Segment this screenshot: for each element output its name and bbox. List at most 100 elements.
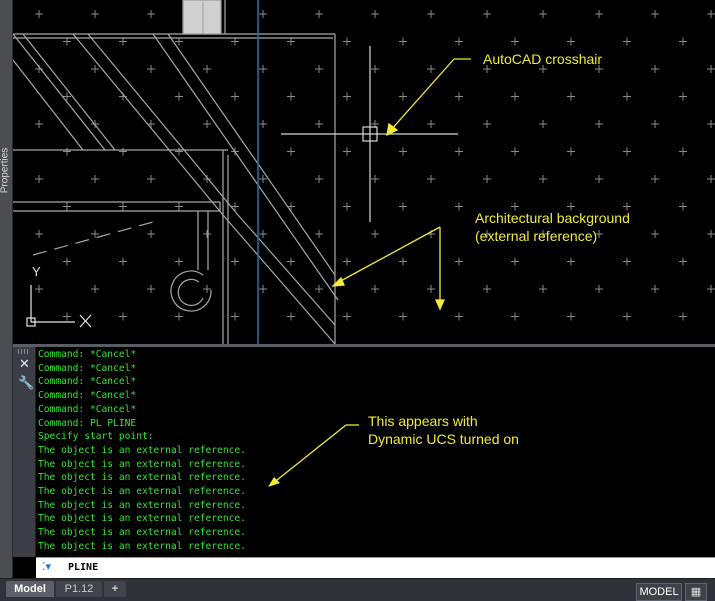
grid-plus-marker: [651, 175, 659, 183]
grid-plus-marker: [175, 257, 183, 266]
drawing-canvas[interactable]: Y: [13, 0, 715, 344]
annotation-background-line1: Architectural background: [475, 210, 630, 226]
command-input-value[interactable]: PLINE: [68, 562, 98, 573]
grid-plus-marker: [147, 65, 155, 73]
grid-plus-marker: [371, 230, 379, 238]
grid-plus-marker: [623, 147, 631, 156]
grid-plus-marker: [259, 120, 267, 128]
grid-plus-marker: [539, 120, 547, 128]
command-history: Command: *Cancel* Command: *Cancel* Comman…: [36, 347, 715, 557]
grid-plus-marker: [203, 120, 211, 128]
command-window-toolbar[interactable]: ✕ 🔧: [13, 347, 36, 557]
grid-plus-marker: [315, 230, 323, 238]
grid-plus-marker: [119, 37, 127, 46]
grid-plus-marker: [147, 175, 155, 183]
annotation-arrows: [331, 58, 471, 311]
grid-plus-marker: [455, 147, 463, 156]
grid-plus-marker: [623, 37, 631, 46]
xref-line: [13, 59, 84, 151]
xref-architecture: [13, 0, 339, 344]
grid-plus-marker: [595, 285, 603, 293]
grid-plus-marker: [343, 202, 351, 211]
grid-plus-marker: [511, 312, 519, 321]
annotation-crosshair: AutoCAD crosshair: [483, 51, 603, 67]
grid-plus-marker: [119, 202, 127, 211]
annotation-background-line2: (external reference): [475, 228, 598, 244]
grid-plus-marker: [315, 285, 323, 293]
grid-plus-marker: [287, 37, 295, 46]
grid-display-icon[interactable]: ▦: [685, 583, 707, 601]
grid-plus-marker: [203, 285, 211, 293]
grid-plus-marker: [679, 312, 687, 321]
grid-plus-marker: [511, 147, 519, 156]
grid-plus-marker: [539, 10, 547, 18]
grid-plus-marker: [623, 312, 631, 321]
grid-plus-marker: [315, 65, 323, 73]
grid-plus-marker: [679, 92, 687, 101]
grid-plus-marker: [91, 10, 99, 18]
grid-plus-marker: [287, 92, 295, 101]
grid-plus-marker: [567, 37, 575, 46]
ucs-y-label: Y: [32, 264, 41, 279]
command-history-line: Command: *Cancel*: [38, 376, 137, 388]
grid-plus-marker: [399, 202, 407, 211]
grid-plus-marker: [623, 257, 631, 266]
grid-plus-marker: [63, 37, 71, 46]
xref-dashed-line: [32, 221, 154, 256]
grid-plus-marker: [707, 285, 715, 293]
grid-plus-marker: [231, 257, 239, 266]
xref-line: [237, 214, 336, 326]
grid-plus-marker: [707, 65, 715, 73]
grid-plus-marker: [343, 37, 351, 46]
grid-plus-marker: [399, 147, 407, 156]
grid-plus-marker: [147, 285, 155, 293]
wrench-icon[interactable]: 🔧: [18, 376, 34, 391]
command-prompt-icon[interactable]: ⁚▾: [42, 560, 51, 573]
command-history-line: The object is an external reference.: [38, 472, 246, 484]
grid-plus-marker: [287, 147, 295, 156]
grid-plus-marker: [679, 257, 687, 266]
grid-plus-marker: [343, 257, 351, 266]
grid-plus-marker: [259, 65, 267, 73]
command-history-line: Command: *Cancel*: [38, 390, 137, 402]
grid-plus-marker: [567, 257, 575, 266]
drag-grip-icon[interactable]: [18, 349, 30, 354]
grid-plus-marker: [623, 92, 631, 101]
properties-palette-strip[interactable]: Properties: [0, 0, 13, 578]
grid-plus-marker: [707, 120, 715, 128]
properties-label[interactable]: Properties: [0, 148, 10, 194]
grid-plus-marker: [483, 285, 491, 293]
tab-layout-p1-12[interactable]: P1.12: [56, 581, 102, 597]
grid-plus-marker: [511, 257, 519, 266]
grid-plus-marker: [35, 175, 43, 183]
grid-markers: [35, 10, 715, 321]
grid-plus-marker: [63, 147, 71, 156]
drawing-viewport[interactable]: Y AutoCAD crosshair Architectural backgr…: [13, 0, 715, 344]
grid-plus-marker: [371, 10, 379, 18]
command-history-line: Command: *Cancel*: [38, 349, 137, 360]
command-history-line: The object is an external reference.: [38, 486, 246, 497]
command-history-line: Specify start point:: [38, 431, 154, 443]
grid-plus-marker: [399, 312, 407, 321]
grid-plus-marker: [287, 257, 295, 266]
grid-plus-marker: [63, 312, 71, 321]
grid-plus-marker: [427, 65, 435, 73]
grid-plus-marker: [595, 120, 603, 128]
close-icon[interactable]: ✕: [19, 357, 30, 372]
grid-plus-marker: [147, 230, 155, 238]
grid-plus-marker: [455, 312, 463, 321]
command-input[interactable]: ⁚▾ PLINE: [36, 557, 715, 579]
grid-plus-marker: [343, 92, 351, 101]
xref-arc: [177, 278, 204, 307]
grid-plus-marker: [651, 285, 659, 293]
grid-plus-marker: [175, 202, 183, 211]
add-layout-tab-button[interactable]: +: [104, 581, 126, 597]
tab-model[interactable]: Model: [6, 581, 54, 597]
grid-plus-marker: [371, 285, 379, 293]
model-space-toggle[interactable]: MODEL: [636, 583, 682, 601]
grid-plus-marker: [511, 92, 519, 101]
xref-line: [13, 33, 106, 151]
grid-plus-marker: [175, 92, 183, 101]
grid-plus-marker: [203, 65, 211, 73]
xref-line: [167, 33, 336, 276]
